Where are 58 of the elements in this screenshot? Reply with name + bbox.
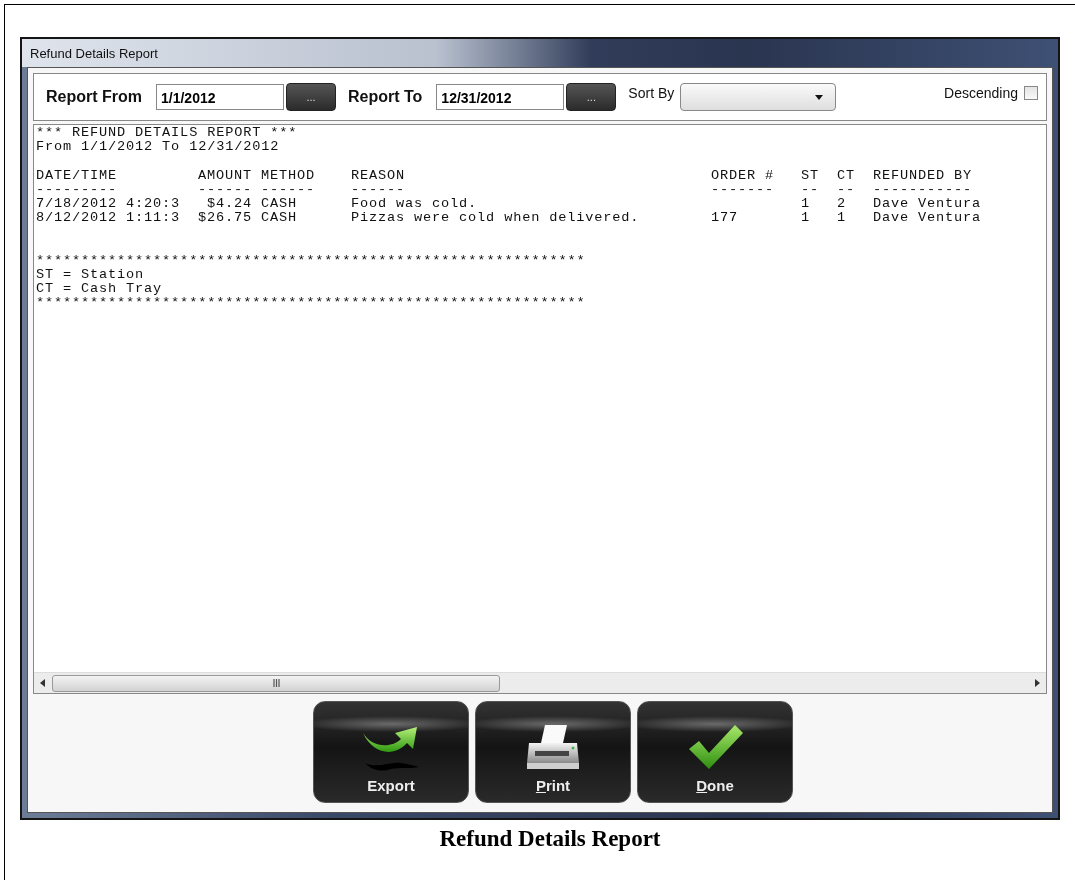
table-cell-text: $4.24 xyxy=(205,197,252,212)
table-cell-text: 7/18/2012 4:20:3 xyxy=(36,197,182,212)
column-underline: ------ xyxy=(198,182,252,197)
column-header: METHOD xyxy=(261,168,317,183)
column-header: REFUNDED BY xyxy=(873,168,973,183)
descending-checkbox[interactable] xyxy=(1024,86,1038,100)
caret-icon xyxy=(815,94,824,100)
done-button[interactable]: Done xyxy=(637,701,793,803)
table-cell-text: 8/12/2012 1:11:3 xyxy=(36,211,182,226)
date-field[interactable]: 12/31/2012 xyxy=(436,84,565,110)
field-label: Sort By xyxy=(628,85,675,101)
table-cell-text: 2 xyxy=(837,197,847,212)
table-cell-text: 1 xyxy=(801,197,811,212)
column-underline: ------- xyxy=(711,182,776,197)
checkbox-label: Descending xyxy=(944,85,1018,101)
field-label: Report From xyxy=(46,88,142,106)
column-header: AMOUNT xyxy=(198,168,252,183)
column-header: CT xyxy=(837,168,856,183)
table-cell-text: Pizzas were cold when delivered. xyxy=(351,211,641,226)
horizontal-scrollbar[interactable] xyxy=(34,672,1046,693)
report-heading: From 1/1/2012 To 12/31/2012 xyxy=(36,140,280,155)
column-underline: -- xyxy=(801,182,820,197)
legend-line: ST = Station xyxy=(36,268,145,283)
column-header: DATE/TIME xyxy=(36,168,119,183)
window-title: Refund Details Report xyxy=(30,45,158,61)
field-label: Report To xyxy=(348,88,423,106)
report-heading: *** REFUND DETAILS REPORT *** xyxy=(36,126,298,141)
table-cell: Dave Ventura xyxy=(873,197,982,212)
column-underline: ----------- xyxy=(873,182,973,197)
column-header: ORDER # xyxy=(711,168,776,183)
column-underline: -- xyxy=(837,182,856,197)
table-cell: Dave Ventura xyxy=(873,211,982,226)
column-header: REASON xyxy=(351,168,407,183)
print-button[interactable]: Print xyxy=(475,701,631,803)
separator-line: ************************************************************* xyxy=(36,253,586,268)
legend-line: CT = Cash Tray xyxy=(36,282,163,297)
scroll-right-icon[interactable] xyxy=(1034,679,1040,687)
table-cell-text: CASH xyxy=(261,211,299,226)
date-field[interactable]: 1/1/2012 xyxy=(156,84,284,110)
sort-dropdown[interactable] xyxy=(680,83,837,111)
date-picker-button[interactable]: ... xyxy=(286,83,336,111)
table-cell-text: CASH xyxy=(261,197,299,212)
date-picker-button[interactable]: ... xyxy=(566,83,617,111)
table-cell-text: 1 xyxy=(801,211,811,226)
column-header: ST xyxy=(801,168,820,183)
figure-caption: Refund Details Report xyxy=(438,826,662,852)
table-cell-text: 177 xyxy=(711,211,740,226)
column-underline: ------ xyxy=(351,182,407,197)
separator-line: ************************************************************* xyxy=(36,296,586,311)
scroll-thumb[interactable] xyxy=(52,674,500,692)
table-cell-text: Food was cold. xyxy=(351,197,479,212)
table-cell-text: 1 xyxy=(837,211,847,226)
table-cell: $26.75 xyxy=(198,211,252,226)
column-underline: --------- xyxy=(36,182,119,197)
column-underline: ------ xyxy=(261,182,317,197)
grip-icon xyxy=(272,679,280,687)
export-button[interactable]: Export xyxy=(313,701,469,803)
scroll-left-icon[interactable] xyxy=(40,679,46,687)
